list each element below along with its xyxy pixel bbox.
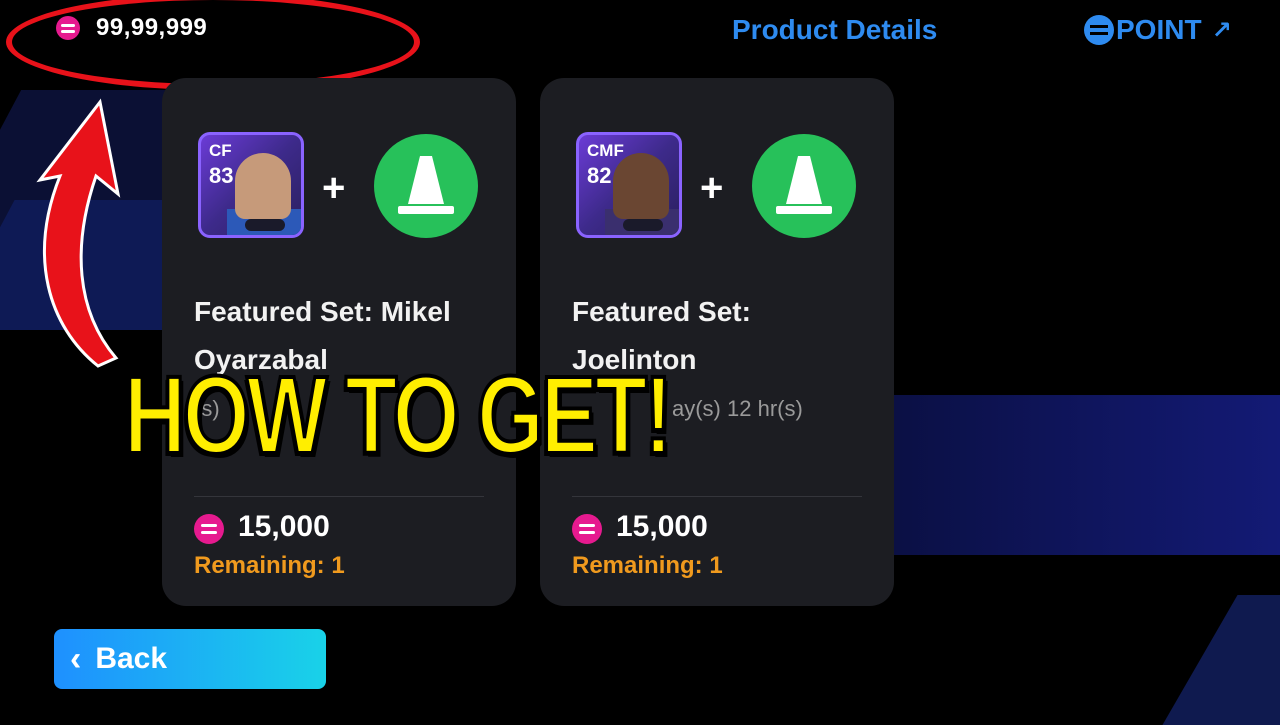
plus-icon: + <box>322 166 346 210</box>
player-rating: 82 <box>587 163 612 188</box>
coin-icon <box>572 514 602 544</box>
chevron-left-icon: ‹ <box>70 639 82 678</box>
player-portrait <box>235 153 291 219</box>
card-badges <box>623 219 663 231</box>
back-label: Back <box>95 642 168 675</box>
background-stripe <box>1162 595 1280 725</box>
red-arrow-icon <box>36 98 121 368</box>
price: 15,000 <box>238 510 330 543</box>
training-cone-icon <box>374 134 478 238</box>
player-card-image: CMF 82 <box>576 132 682 238</box>
price: 15,000 <box>616 510 708 543</box>
player-position: CMF <box>587 141 624 160</box>
time-remaining: ay(s) 12 hr(s) <box>672 396 803 421</box>
player-portrait <box>613 153 669 219</box>
featured-set-card[interactable]: CMF 82 + Featured Set: Joelinton ay(s) 1… <box>540 78 894 606</box>
back-button[interactable]: ‹ Back <box>54 629 326 689</box>
divider <box>194 496 484 497</box>
player-card-image: CF 83 <box>198 132 304 238</box>
point-link[interactable]: POINT ↗ <box>1084 14 1232 46</box>
how-to-get-headline: HOW TO GET! <box>122 352 674 479</box>
red-circle-highlight <box>6 0 420 90</box>
product-details-link[interactable]: Product Details <box>732 14 937 46</box>
remaining-count: Remaining: 1 <box>194 552 345 579</box>
background-stripe <box>860 395 1280 555</box>
point-coin-icon <box>1084 15 1114 45</box>
card-badges <box>245 219 285 231</box>
featured-set-card[interactable]: CF 83 + Featured Set: Mikel Oyarzabal (s… <box>162 78 516 606</box>
coin-icon <box>194 514 224 544</box>
player-rating: 83 <box>209 163 234 188</box>
plus-icon: + <box>700 166 724 210</box>
external-arrow-icon: ↗ <box>1211 16 1232 44</box>
training-cone-icon <box>752 134 856 238</box>
player-position: CF <box>209 141 232 160</box>
top-bar: 99,99,999 Product Details POINT ↗ <box>0 0 1280 90</box>
divider <box>572 496 862 497</box>
remaining-count: Remaining: 1 <box>572 552 723 579</box>
point-label: POINT <box>1116 14 1202 45</box>
